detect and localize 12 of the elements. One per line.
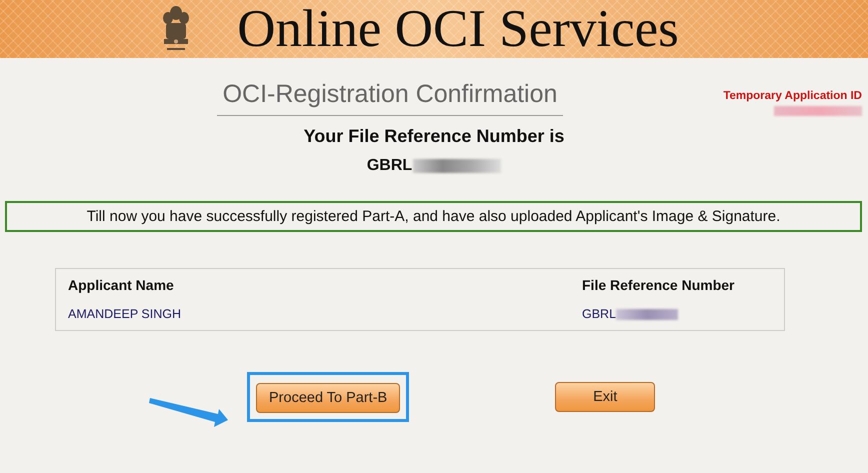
column-header: File Reference Number <box>570 268 784 299</box>
temporary-id-label: Temporary Application ID <box>723 90 862 102</box>
site-title: Online OCI Services <box>237 0 679 58</box>
column-header: Applicant Name <box>56 268 570 299</box>
redacted-mark <box>616 308 678 320</box>
exit-button[interactable]: Exit <box>555 382 656 412</box>
reference-number: GBRL <box>366 157 412 175</box>
reference-heading: Your File Reference Number is <box>302 126 566 147</box>
success-notice: Till now you have successfully registered Part-A, and have also uploaded Applicant's Image & Signature. <box>5 201 862 232</box>
table-cell: AMANDEEP SINGH <box>56 299 570 330</box>
proceed-button[interactable]: Proceed To Part-B <box>256 383 400 413</box>
table-cell: GBRL <box>582 307 616 321</box>
